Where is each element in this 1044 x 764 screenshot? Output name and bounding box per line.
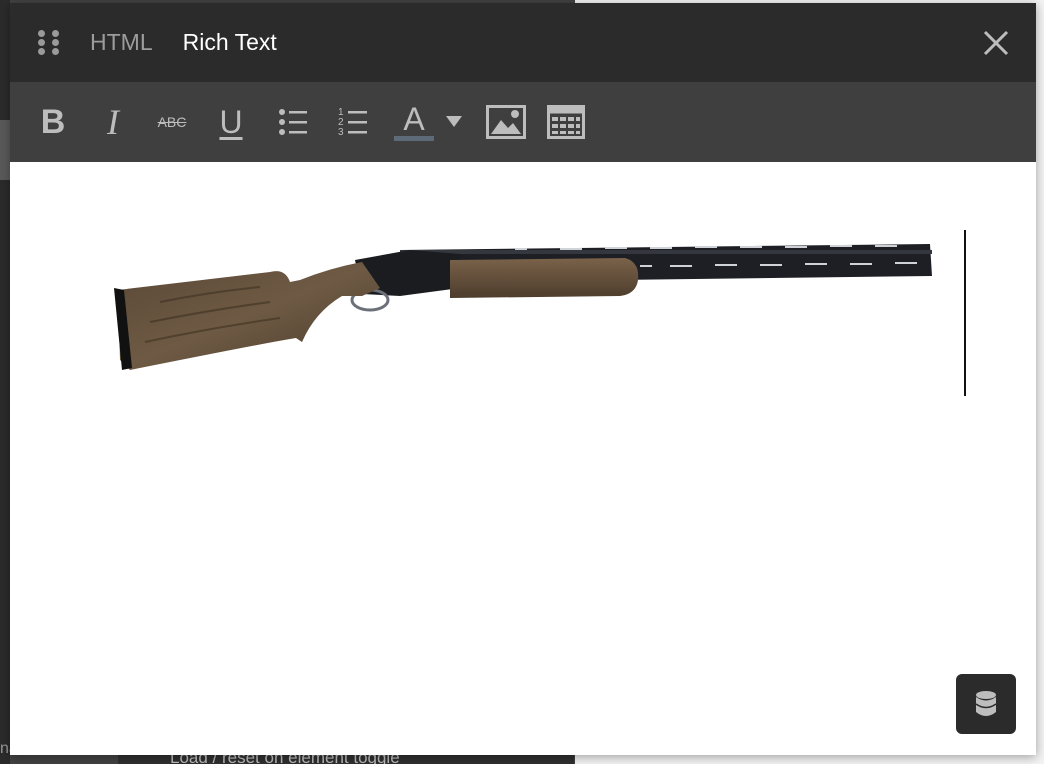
modal-header: HTML Rich Text: [10, 3, 1036, 82]
bold-icon[interactable]: B: [38, 102, 68, 142]
text-color-swatch: [394, 135, 434, 141]
drag-handle-icon[interactable]: [38, 29, 60, 56]
text-color-letter: A: [403, 100, 425, 137]
database-icon[interactable]: [956, 674, 1016, 734]
numbered-list-icon[interactable]: 1 2 3: [336, 102, 370, 142]
table-icon[interactable]: [546, 102, 586, 142]
shotgun-image[interactable]: [100, 232, 940, 382]
tab-rich-text[interactable]: Rich Text: [183, 29, 277, 56]
close-icon[interactable]: [982, 29, 1010, 57]
strikethrough-icon[interactable]: ABC: [152, 102, 192, 142]
bullet-list-icon[interactable]: [276, 102, 310, 142]
formatting-toolbar: B I ABC U 1 2 3 A: [10, 82, 1036, 162]
rich-text-editor-modal: HTML Rich Text B I ABC U 1 2 3 A: [10, 3, 1036, 755]
background-strip: [0, 0, 10, 764]
ordered-list-number-3: 3: [338, 127, 344, 138]
text-color-icon[interactable]: A: [392, 102, 436, 142]
image-icon[interactable]: [484, 102, 528, 142]
tab-html[interactable]: HTML: [90, 29, 153, 56]
editor-content-area[interactable]: [10, 162, 1036, 755]
italic-icon[interactable]: I: [98, 102, 128, 142]
underline-icon[interactable]: U: [216, 102, 246, 142]
text-cursor: [964, 230, 966, 396]
chevron-down-icon[interactable]: [442, 102, 466, 142]
